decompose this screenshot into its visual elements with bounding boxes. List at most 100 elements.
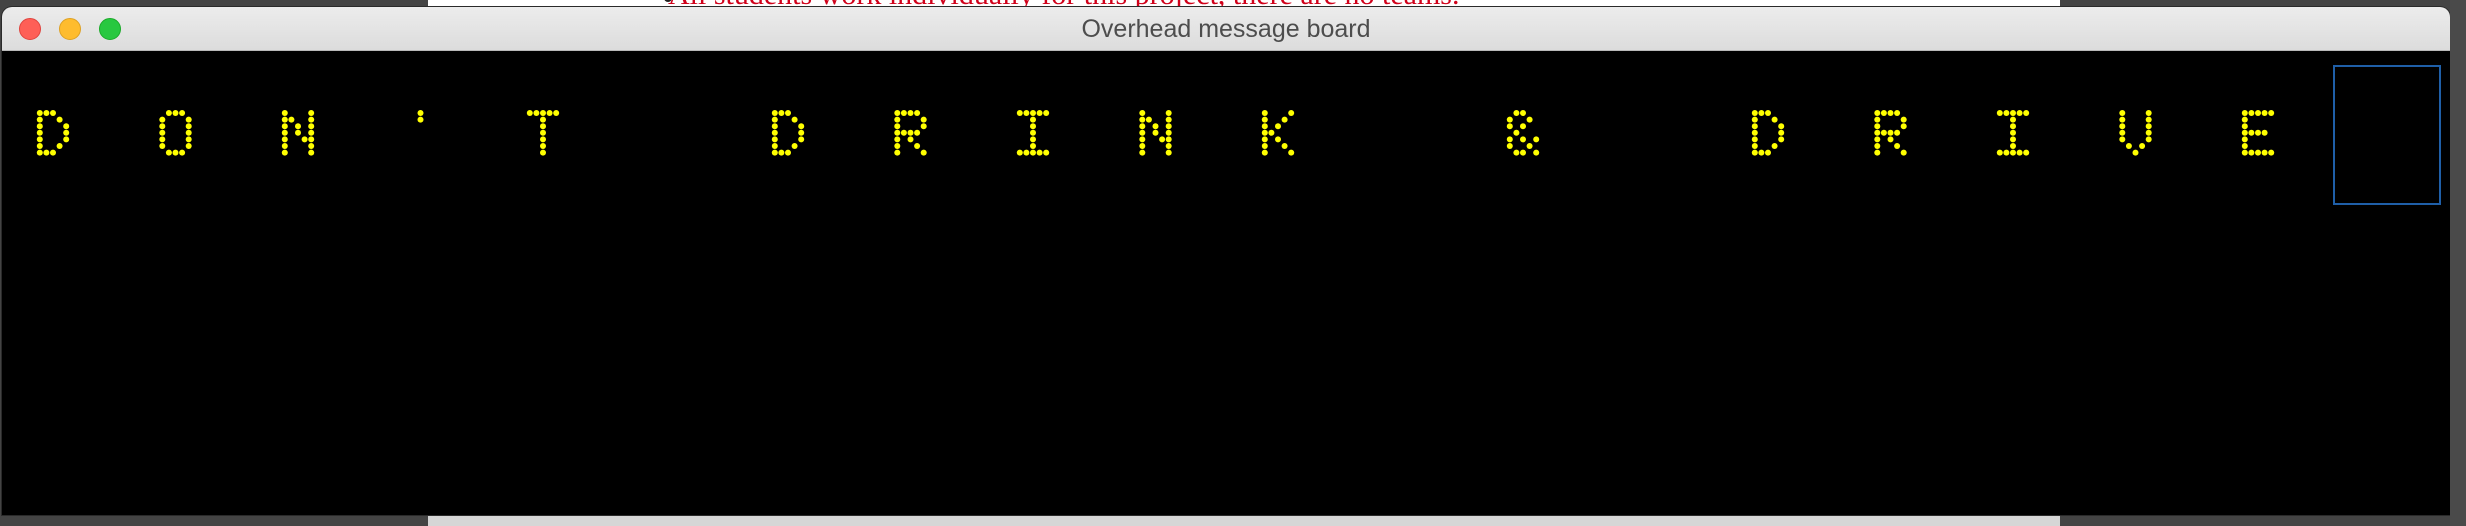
led-dot	[2145, 123, 2152, 130]
led-dot	[159, 123, 166, 130]
led-dot	[2010, 116, 2016, 123]
led-dot	[1288, 110, 1295, 116]
led-dot	[1900, 116, 1907, 123]
led-dot	[540, 123, 546, 130]
led-dot	[791, 143, 798, 149]
led-dot	[907, 129, 914, 136]
led-dot	[2255, 110, 2261, 116]
led-dot	[1900, 149, 1907, 156]
title-bar[interactable]: Overhead message board	[2, 7, 2450, 51]
led-dot	[920, 149, 927, 156]
led-dot	[179, 149, 186, 156]
led-dot	[159, 136, 166, 143]
led-dot	[1261, 136, 1268, 143]
led-dot	[2010, 123, 2016, 130]
led-message-board	[2, 51, 2450, 515]
cursor-cell	[2333, 65, 2441, 205]
led-dot	[1533, 136, 1540, 143]
led-dot	[2119, 123, 2126, 130]
led-dot	[2145, 110, 2152, 116]
led-matrix	[36, 110, 2275, 156]
led-dot	[2241, 123, 2248, 130]
led-dot	[159, 143, 166, 149]
led-dot	[281, 123, 288, 130]
led-dot	[2139, 143, 2146, 149]
led-dot	[1996, 110, 2003, 116]
led-dot	[2023, 110, 2030, 116]
led-dot	[2016, 110, 2023, 116]
led-char-14	[1751, 110, 1785, 156]
led-dot	[2119, 110, 2126, 116]
led-dot	[1520, 123, 1526, 130]
led-dot	[1765, 110, 1771, 116]
led-dot	[553, 110, 560, 116]
led-char-16	[1996, 110, 2030, 156]
led-dot	[771, 136, 778, 143]
led-dot	[1036, 110, 1043, 116]
led-dot	[914, 129, 921, 136]
led-dot	[907, 110, 914, 116]
led-dot	[172, 149, 179, 156]
led-dot	[546, 110, 553, 116]
led-dot	[1139, 116, 1146, 123]
led-dot	[2145, 116, 2152, 123]
led-dot	[308, 123, 315, 130]
led-dot	[1139, 149, 1146, 156]
led-dot	[894, 110, 901, 116]
led-dot	[1165, 116, 1172, 123]
led-dot	[165, 110, 172, 116]
led-dot	[36, 129, 43, 136]
led-dot	[1880, 129, 1887, 136]
led-dot	[1880, 110, 1887, 116]
led-dot	[1165, 110, 1172, 116]
led-dot	[798, 129, 805, 136]
led-dot	[1533, 149, 1540, 156]
led-dot	[771, 149, 778, 156]
led-dot	[1165, 143, 1172, 149]
led-dot	[185, 143, 192, 149]
led-dot	[1165, 123, 1172, 130]
led-dot	[1016, 110, 1023, 116]
led-dot	[2241, 116, 2248, 123]
led-dot	[1778, 136, 1785, 143]
led-dot	[1261, 149, 1268, 156]
led-dot	[1288, 149, 1295, 156]
led-dot	[2241, 129, 2248, 136]
led-dot	[1159, 136, 1166, 143]
led-dot	[2145, 136, 2152, 143]
led-dot	[63, 123, 70, 130]
led-dot	[533, 110, 540, 116]
led-dot	[2119, 116, 2126, 123]
led-dot	[540, 143, 546, 149]
led-dot	[1043, 149, 1050, 156]
led-dot	[2248, 129, 2255, 136]
led-dot	[2248, 149, 2255, 156]
led-dot	[894, 136, 901, 143]
led-dot	[1520, 110, 1526, 116]
led-dot	[526, 110, 533, 116]
led-dot	[771, 129, 778, 136]
led-dot	[771, 143, 778, 149]
desktop-edge	[2450, 0, 2466, 526]
led-dot	[785, 149, 791, 156]
led-dot	[63, 136, 70, 143]
led-dot	[1751, 110, 1758, 116]
led-dot	[308, 149, 315, 156]
led-dot	[1030, 136, 1036, 143]
led-dot	[2010, 136, 2016, 143]
led-dot	[2119, 129, 2126, 136]
led-dot	[540, 136, 546, 143]
led-dot	[1874, 149, 1881, 156]
led-dot	[1261, 143, 1268, 149]
led-dot	[1874, 116, 1881, 123]
led-char-18	[2241, 110, 2275, 156]
led-dot	[288, 116, 295, 123]
led-dot	[791, 116, 798, 123]
led-dot	[1139, 123, 1146, 130]
led-dot	[1281, 116, 1288, 123]
led-dot	[540, 116, 546, 123]
led-dot	[36, 149, 43, 156]
led-dot	[308, 110, 315, 116]
led-char-10	[1261, 110, 1295, 156]
led-dot	[159, 116, 166, 123]
